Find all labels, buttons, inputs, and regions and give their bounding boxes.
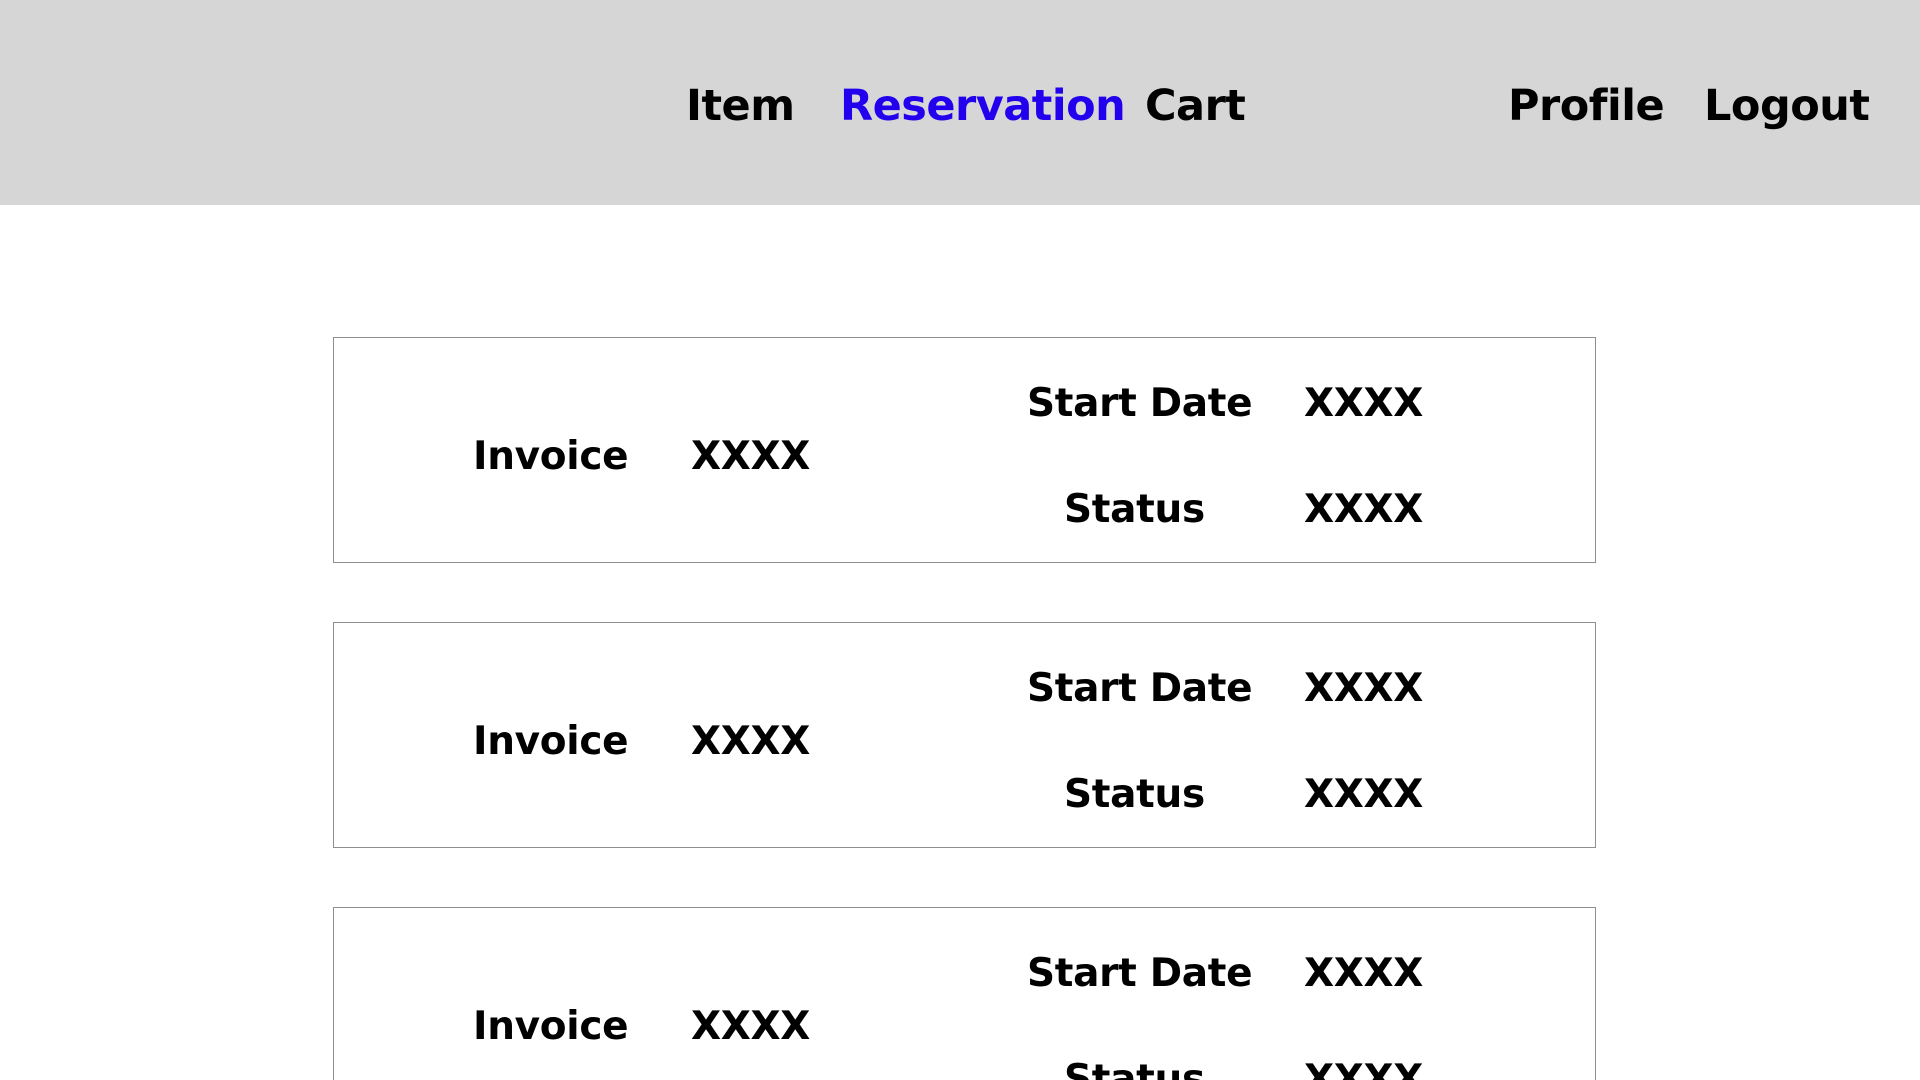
status-label: Status — [1064, 487, 1205, 532]
status-value: XXXX — [1304, 772, 1424, 817]
start-date-value: XXXX — [1304, 666, 1424, 711]
nav-reservation-link[interactable]: Reservation — [840, 0, 1126, 205]
invoice-label: Invoice — [473, 434, 629, 479]
top-navbar: Item Reservation Cart Profile Logout — [0, 0, 1920, 205]
start-date-label: Start Date — [1027, 381, 1253, 426]
reservation-card[interactable]: Invoice XXXX Start Date XXXX Status XXXX — [333, 337, 1596, 563]
invoice-label: Invoice — [473, 1004, 629, 1049]
nav-profile-link[interactable]: Profile — [1508, 0, 1665, 205]
start-date-label: Start Date — [1027, 666, 1253, 711]
reservation-page: Item Reservation Cart Profile Logout Inv… — [0, 0, 1920, 1080]
status-value: XXXX — [1304, 1057, 1424, 1080]
invoice-value: XXXX — [691, 1004, 811, 1049]
start-date-label: Start Date — [1027, 951, 1253, 996]
reservation-card[interactable]: Invoice XXXX Start Date XXXX Status XXXX — [333, 622, 1596, 848]
invoice-value: XXXX — [691, 434, 811, 479]
nav-logout-link[interactable]: Logout — [1704, 0, 1870, 205]
invoice-value: XXXX — [691, 719, 811, 764]
nav-cart-link[interactable]: Cart — [1145, 0, 1246, 205]
status-value: XXXX — [1304, 487, 1424, 532]
start-date-value: XXXX — [1304, 381, 1424, 426]
status-label: Status — [1064, 772, 1205, 817]
invoice-label: Invoice — [473, 719, 629, 764]
start-date-value: XXXX — [1304, 951, 1424, 996]
status-label: Status — [1064, 1057, 1205, 1080]
reservation-card[interactable]: Invoice XXXX Start Date XXXX Status XXXX — [333, 907, 1596, 1080]
nav-item-link[interactable]: Item — [686, 0, 795, 205]
